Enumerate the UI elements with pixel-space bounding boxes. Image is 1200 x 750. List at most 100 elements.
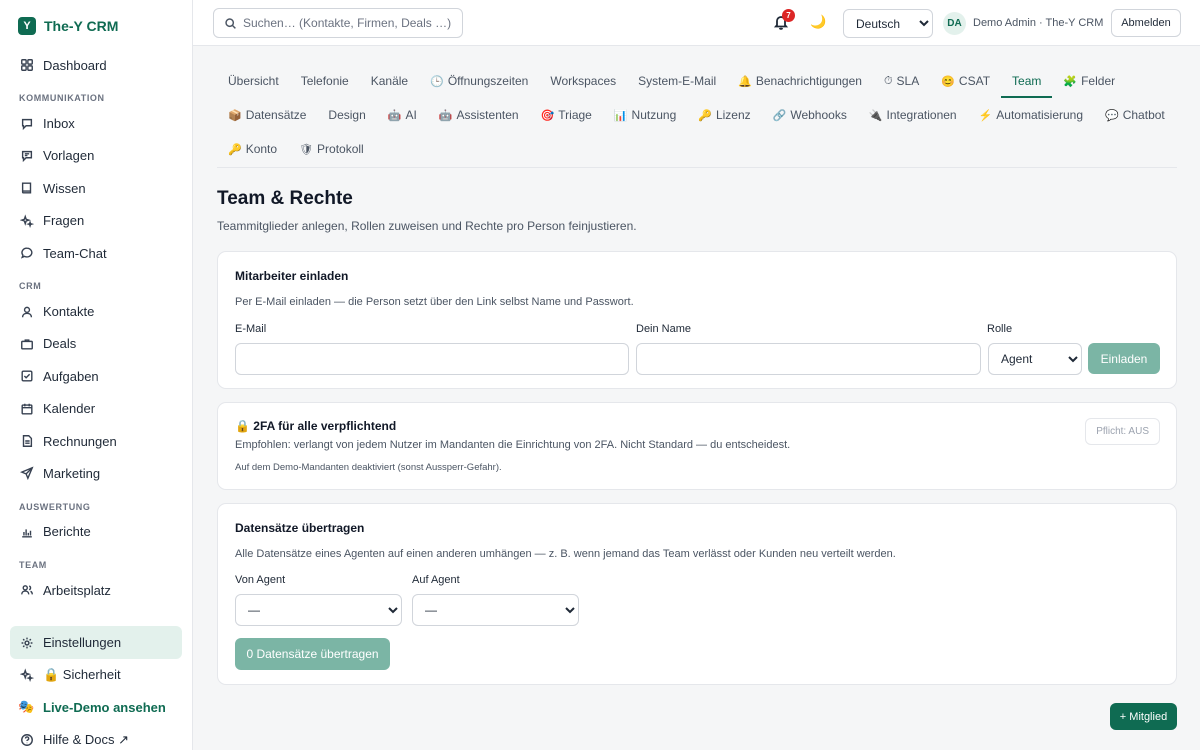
avatar[interactable]: DA [943, 12, 966, 35]
twofa-note: Auf dem Demo-Mandanten deaktiviert (sons… [235, 462, 502, 473]
tab-ai[interactable]: 🤖 AI [377, 98, 428, 132]
tab-benachrichtigungen[interactable]: 🔔 Benachrichtigungen [727, 64, 873, 98]
tab-protokoll[interactable]: 🛡 Protokoll [288, 132, 375, 166]
name-field[interactable] [636, 343, 981, 375]
invite-button[interactable]: Einladen [1088, 343, 1160, 374]
search-input[interactable] [243, 16, 453, 30]
moon-icon[interactable]: 🌙 [810, 14, 826, 30]
invite-card: Mitarbeiter einladen Per E-Mail einladen… [217, 251, 1177, 389]
add-member-button[interactable]: + Mitglied [1110, 703, 1177, 730]
tab-emoji-icon: 📊 [613, 109, 628, 122]
tab-assistenten[interactable]: 🤖 Assistenten [428, 98, 530, 132]
sidebar-section-team: TEAM [19, 560, 47, 571]
sidebar-item-label: Inbox [43, 116, 75, 132]
tab-chatbot[interactable]: 💬 Chatbot [1094, 98, 1176, 132]
sidebar-item-rechnungen[interactable]: Rechnungen [0, 425, 192, 457]
tab-übersicht[interactable]: Übersicht [217, 64, 290, 98]
logout-button[interactable]: Abmelden [1111, 9, 1181, 37]
tab-label: Datensätze [245, 108, 307, 122]
tab-design[interactable]: Design [317, 98, 376, 132]
brand[interactable]: Y The-Y CRM [18, 13, 192, 39]
tab-emoji-icon: 🔑 [228, 143, 242, 156]
sidebar-item-label: Wissen [43, 180, 86, 196]
sparkles-icon [19, 213, 34, 228]
sidebar-item-sicherheit[interactable]: 🔒 Sicherheit [0, 659, 192, 691]
tab-emoji-icon: 🤖 [438, 109, 453, 122]
book-icon [19, 181, 34, 196]
transfer-button[interactable]: 0 Datensätze übertragen [235, 638, 390, 670]
tab-label: SLA [896, 74, 920, 88]
tab-label: Automatisierung [996, 108, 1084, 122]
calendar-icon [19, 401, 34, 416]
file-text-icon [19, 434, 34, 449]
tab-triage[interactable]: 🎯 Triage [530, 98, 603, 132]
tab-integrationen[interactable]: 🔌 Integrationen [858, 98, 968, 132]
sidebar-item-berichte[interactable]: Berichte [0, 516, 192, 548]
sidebar-item-kontakte[interactable]: Kontakte [0, 295, 192, 327]
briefcase-icon [19, 336, 34, 351]
sidebar-item-kalender[interactable]: Kalender [0, 393, 192, 425]
sidebar-item-label: Deals [43, 336, 77, 352]
to-agent-select[interactable]: — [412, 594, 579, 626]
tab-webhooks[interactable]: 🔗 Webhooks [762, 98, 858, 132]
tab-label: Webhooks [790, 108, 847, 122]
language-select[interactable]: DeutschEnglish [843, 9, 933, 38]
tab-emoji-icon: 🧩 [1063, 75, 1078, 88]
sidebar: Y The-Y CRM Dashboard KOMMUNIKATION Inbo… [0, 0, 193, 750]
twofa-card: 🔒 2FA für alle verpflichtend Empfohlen: … [217, 402, 1177, 490]
sidebar-item-marketing[interactable]: Marketing [0, 457, 192, 489]
tab-nutzung[interactable]: 📊 Nutzung [603, 98, 687, 132]
tab-emoji-icon: 🔌 [868, 109, 883, 122]
tab-emoji-icon: ⏱ [883, 74, 893, 87]
sidebar-item-hilfe[interactable]: Hilfe & Docs ↗ [0, 724, 192, 750]
tab-emoji-icon: 📦 [228, 109, 242, 122]
sidebar-item-label: Hilfe & Docs ↗ [43, 731, 130, 747]
tab-label: Benachrichtigungen [755, 74, 862, 88]
tab-csat[interactable]: 😊 CSAT [930, 64, 1001, 98]
sidebar-item-team-chat[interactable]: Team-Chat [0, 237, 192, 269]
tab-workspaces[interactable]: Workspaces [539, 64, 627, 98]
tab-datensätze[interactable]: 📦 Datensätze [217, 98, 317, 132]
transfer-card: Datensätze übertragen Alle Datensätze ei… [217, 503, 1177, 685]
tab-automatisierung[interactable]: ⚡ Automatisierung [968, 98, 1094, 132]
tab-konto[interactable]: 🔑 Konto [217, 132, 288, 166]
sidebar-item-fragen[interactable]: Fragen [0, 205, 192, 237]
tab-label: Öffnungszeiten [447, 74, 529, 88]
search-box[interactable] [213, 8, 463, 38]
notifications-button[interactable]: 7 [773, 9, 795, 32]
tab-lizenz[interactable]: 🔑 Lizenz [687, 98, 761, 132]
tab-team[interactable]: Team [1001, 64, 1053, 98]
sidebar-item-label: Team-Chat [43, 245, 107, 261]
tab-öffnungszeiten[interactable]: 🕒 Öffnungszeiten [419, 64, 539, 98]
tab-label: Lizenz [715, 108, 751, 122]
tab-label: Assistenten [456, 108, 519, 122]
sidebar-item-einstellungen[interactable]: Einstellungen [10, 626, 182, 659]
email-field[interactable] [235, 343, 629, 375]
tab-system-e-mail[interactable]: System-E-Mail [627, 64, 727, 98]
role-select[interactable]: AgentAdmin [988, 343, 1082, 375]
tab-telefonie[interactable]: Telefonie [290, 64, 360, 98]
sidebar-item-vorlagen[interactable]: Vorlagen [0, 140, 192, 172]
help-circle-icon [19, 732, 34, 747]
from-agent-select[interactable]: — [235, 594, 402, 626]
notification-count-badge: 7 [782, 9, 795, 22]
tab-label: Kanäle [370, 74, 409, 88]
sidebar-section-auswertung: AUSWERTUNG [19, 501, 91, 512]
sidebar-item-wissen[interactable]: Wissen [0, 172, 192, 204]
sidebar-item-aufgaben[interactable]: Aufgaben [0, 360, 192, 392]
tab-kanäle[interactable]: Kanäle [360, 64, 419, 98]
tab-emoji-icon: 😊 [941, 75, 955, 88]
tab-label: System-E-Mail [638, 74, 717, 88]
sidebar-item-deals[interactable]: Deals [0, 328, 192, 360]
sidebar-item-label: Einstellungen [43, 635, 122, 651]
tab-sla[interactable]: ⏱ SLA [873, 64, 930, 98]
settings-tabs: Übersicht Telefonie Kanäle 🕒 Öffnungszeiten W… [217, 46, 1177, 168]
sidebar-item-inbox[interactable]: Inbox [0, 107, 192, 139]
sidebar-item-arbeitsplatz[interactable]: Arbeitsplatz [0, 574, 192, 606]
tab-felder[interactable]: 🧩 Felder [1052, 64, 1126, 98]
tab-emoji-icon: ⚡ [978, 109, 993, 122]
sidebar-item-dashboard[interactable]: Dashboard [0, 49, 192, 81]
sidebar-item-label: Aufgaben [43, 368, 99, 384]
sidebar-item-live-demo[interactable]: 🎭 Live-Demo ansehen [0, 691, 192, 723]
tab-emoji-icon: 🤖 [387, 109, 402, 122]
